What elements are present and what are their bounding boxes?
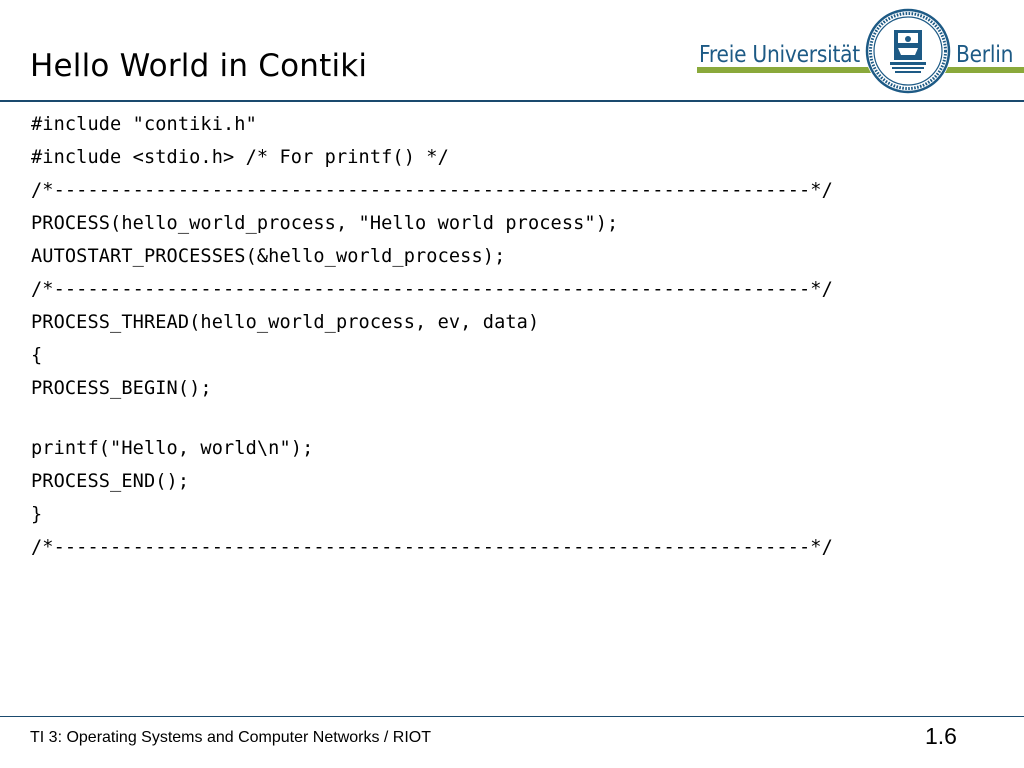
code-line: #include <stdio.h> /* For printf() */	[31, 147, 449, 168]
code-line: AUTOSTART_PROCESSES(&hello_world_process…	[31, 246, 506, 267]
code-line: {	[31, 345, 43, 366]
university-logo: Freie Universität Berlin	[697, 6, 1024, 96]
logo-text-freie-universitaet: Freie Universität	[699, 42, 860, 68]
logo-text-berlin: Berlin	[956, 42, 1014, 68]
code-line: PROCESS_BEGIN();	[31, 378, 212, 399]
code-line: PROCESS_END();	[31, 471, 190, 492]
code-block: #include "contiki.h" #include <stdio.h> …	[31, 114, 833, 558]
code-line: PROCESS_THREAD(hello_world_process, ev, …	[31, 312, 540, 333]
page-number: 1.6	[925, 723, 957, 749]
slide-title: Hello World in Contiki	[30, 48, 368, 84]
footer-divider	[0, 716, 1024, 717]
code-line: /*--------------------------------------…	[31, 279, 833, 300]
code-line: #include "contiki.h"	[31, 114, 257, 135]
university-seal	[865, 8, 951, 94]
code-line: /*--------------------------------------…	[31, 537, 833, 558]
code-line: PROCESS(hello_world_process, "Hello worl…	[31, 213, 619, 234]
code-line: }	[31, 504, 43, 525]
seal-icon	[865, 8, 951, 94]
footer-text: TI 3: Operating Systems and Computer Net…	[30, 729, 432, 746]
code-line: printf("Hello, world\n");	[31, 438, 314, 459]
code-line: /*--------------------------------------…	[31, 180, 833, 201]
title-divider	[0, 100, 1024, 102]
